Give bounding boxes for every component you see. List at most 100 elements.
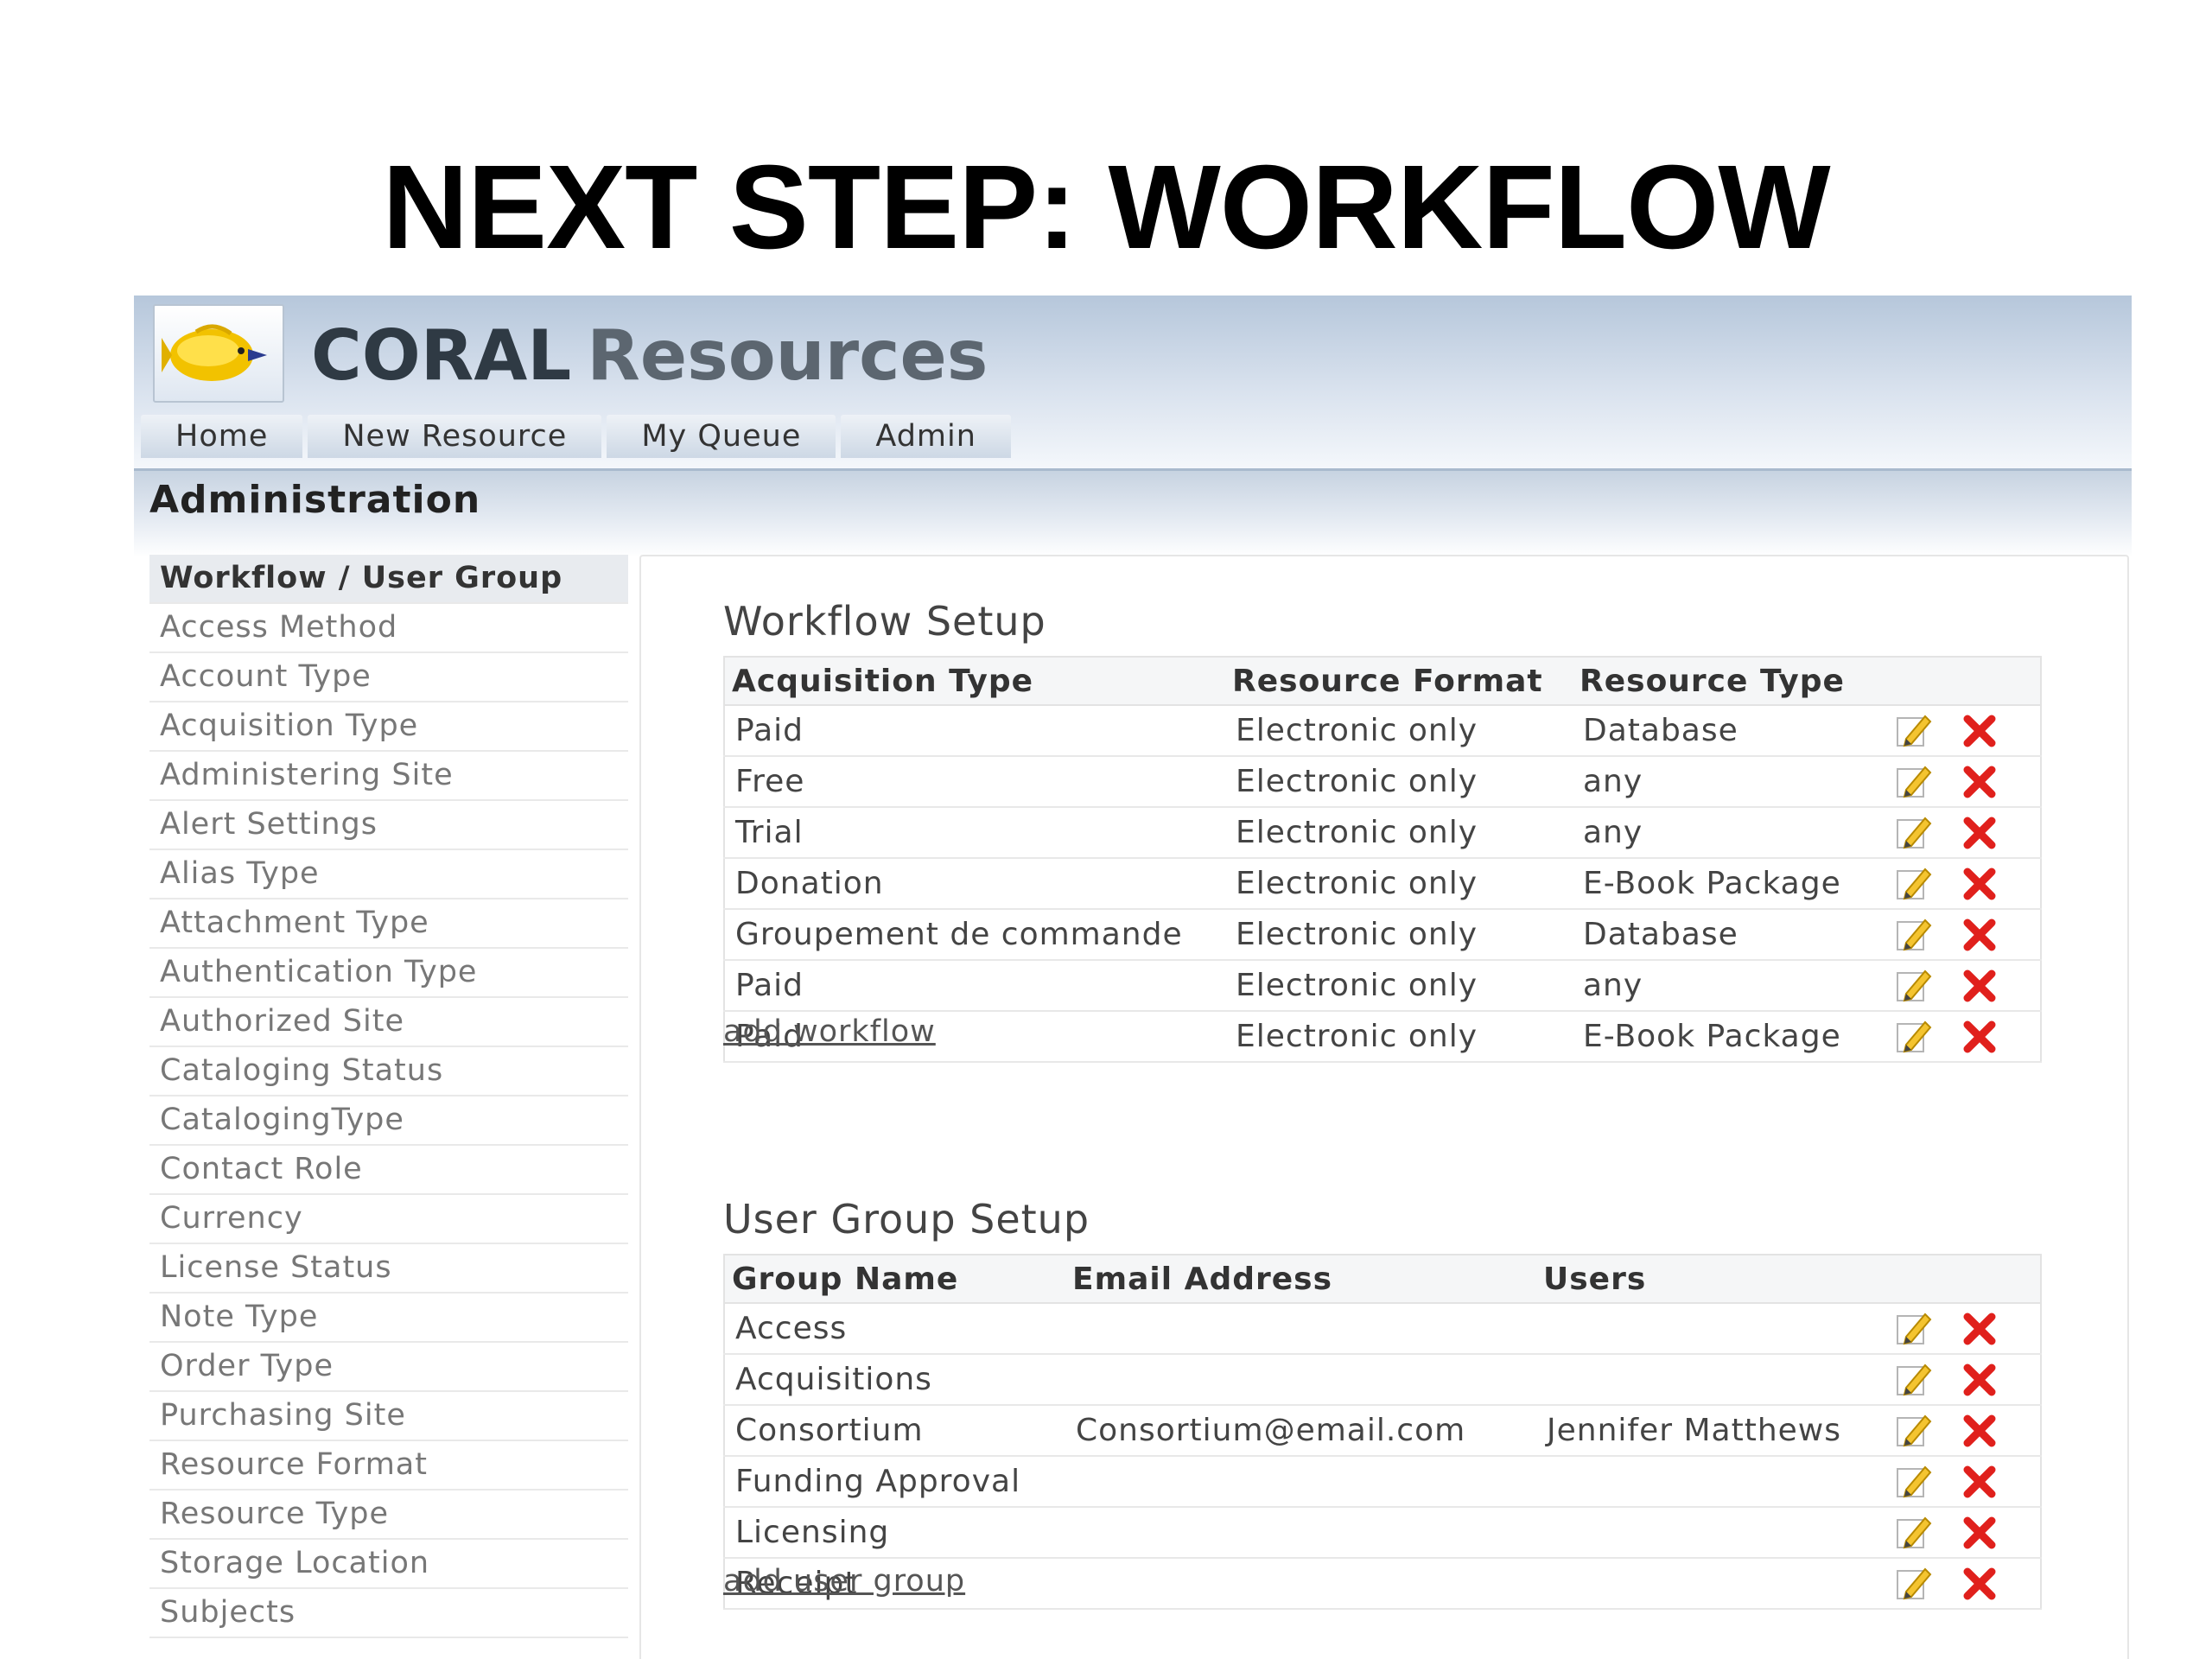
table-cell: Funding Approval bbox=[724, 1456, 1065, 1508]
workflow-setup-title: Workflow Setup bbox=[723, 598, 1046, 645]
nav-tab-new-resource[interactable]: New Resource bbox=[308, 415, 602, 458]
sidebar-item-order-type[interactable]: Order Type bbox=[149, 1343, 628, 1392]
delete-x-icon[interactable] bbox=[1960, 1513, 1999, 1553]
sidebar-item-resource-type[interactable]: Resource Type bbox=[149, 1491, 628, 1540]
table-cell: Jennifer Matthews bbox=[1536, 1405, 1894, 1457]
pencil-edit-icon[interactable] bbox=[1894, 1564, 1934, 1604]
main-nav: Home New Resource My Queue Admin bbox=[141, 415, 1016, 458]
sidebar-item-note-type[interactable]: Note Type bbox=[149, 1294, 628, 1343]
table-cell: Free bbox=[724, 756, 1225, 808]
row-actions bbox=[1894, 1405, 2041, 1457]
user-group-row: Consortium Consortium@email.com Jennifer M… bbox=[724, 1405, 2041, 1457]
table-cell bbox=[1536, 1303, 1894, 1355]
pencil-edit-icon[interactable] bbox=[1894, 915, 1934, 955]
table-cell: E-Book Package bbox=[1573, 858, 1894, 910]
admin-sidebar: Workflow / User Group Access Method Acco… bbox=[149, 555, 628, 1638]
table-cell: Electronic only bbox=[1225, 807, 1573, 859]
row-actions bbox=[1894, 858, 2041, 910]
delete-x-icon[interactable] bbox=[1960, 813, 1999, 853]
sidebar-item-workflow-user-group[interactable]: Workflow / User Group bbox=[149, 555, 628, 604]
delete-x-icon[interactable] bbox=[1960, 1411, 1999, 1451]
pencil-edit-icon[interactable] bbox=[1894, 813, 1934, 853]
table-cell: Consortium bbox=[724, 1405, 1065, 1457]
table-cell: Donation bbox=[724, 858, 1225, 910]
user-group-table: Group Name Email Address Users Access Acq… bbox=[723, 1254, 2042, 1610]
nav-tab-my-queue[interactable]: My Queue bbox=[607, 415, 836, 458]
table-cell bbox=[1065, 1303, 1536, 1355]
sidebar-item-purchasing-site[interactable]: Purchasing Site bbox=[149, 1392, 628, 1441]
sidebar-item-alert-settings[interactable]: Alert Settings bbox=[149, 801, 628, 850]
delete-x-icon[interactable] bbox=[1960, 1462, 1999, 1502]
workflow-row: Paid Electronic only any bbox=[724, 960, 2041, 1012]
delete-x-icon[interactable] bbox=[1960, 966, 1999, 1006]
sidebar-item-attachment-type[interactable]: Attachment Type bbox=[149, 899, 628, 949]
pencil-edit-icon[interactable] bbox=[1894, 1513, 1934, 1553]
nav-tab-home[interactable]: Home bbox=[141, 415, 303, 458]
sidebar-item-authentication-type[interactable]: Authentication Type bbox=[149, 949, 628, 998]
sidebar-item-account-type[interactable]: Account Type bbox=[149, 653, 628, 702]
delete-x-icon[interactable] bbox=[1960, 864, 1999, 904]
sidebar-item-administering-site[interactable]: Administering Site bbox=[149, 752, 628, 801]
user-group-setup-title: User Group Setup bbox=[723, 1196, 1090, 1243]
table-cell: Trial bbox=[724, 807, 1225, 859]
column-header: Users bbox=[1536, 1255, 1894, 1304]
sidebar-item-acquisition-type[interactable]: Acquisition Type bbox=[149, 702, 628, 752]
nav-tab-admin[interactable]: Admin bbox=[841, 415, 1011, 458]
workflow-row: Paid Electronic only Database bbox=[724, 705, 2041, 757]
table-cell bbox=[1065, 1354, 1536, 1406]
column-header: Acquisition Type bbox=[724, 657, 1225, 706]
sidebar-item-cataloging-status[interactable]: Cataloging Status bbox=[149, 1047, 628, 1096]
delete-x-icon[interactable] bbox=[1960, 1564, 1999, 1604]
sidebar-item-contact-role[interactable]: Contact Role bbox=[149, 1146, 628, 1195]
table-cell: Licensing bbox=[724, 1507, 1065, 1559]
user-group-row: Licensing bbox=[724, 1507, 2041, 1559]
logo-fish-icon[interactable] bbox=[153, 304, 284, 403]
sidebar-item-access-method[interactable]: Access Method bbox=[149, 604, 628, 653]
workflow-row: Trial Electronic only any bbox=[724, 807, 2041, 859]
pencil-edit-icon[interactable] bbox=[1894, 1017, 1934, 1057]
table-cell: any bbox=[1573, 756, 1894, 808]
delete-x-icon[interactable] bbox=[1960, 711, 1999, 751]
column-header-actions bbox=[1894, 1255, 2041, 1304]
user-group-table-body: Access Acquisitions Consortium Consortium@e… bbox=[724, 1303, 2041, 1610]
pencil-edit-icon[interactable] bbox=[1894, 1309, 1934, 1349]
row-actions bbox=[1894, 1303, 2041, 1355]
delete-x-icon[interactable] bbox=[1960, 762, 1999, 802]
sidebar-item-storage-location[interactable]: Storage Location bbox=[149, 1540, 628, 1589]
sidebar-item-currency[interactable]: Currency bbox=[149, 1195, 628, 1244]
table-cell: Electronic only bbox=[1225, 705, 1573, 757]
delete-x-icon[interactable] bbox=[1960, 915, 1999, 955]
pencil-edit-icon[interactable] bbox=[1894, 864, 1934, 904]
workflow-row: Free Electronic only any bbox=[724, 756, 2041, 808]
row-actions bbox=[1894, 909, 2041, 961]
add-user-group-link[interactable]: add user group bbox=[723, 1564, 965, 1599]
sidebar-item-license-status[interactable]: License Status bbox=[149, 1244, 628, 1294]
table-cell: any bbox=[1573, 807, 1894, 859]
delete-x-icon[interactable] bbox=[1960, 1360, 1999, 1400]
table-cell: Database bbox=[1573, 705, 1894, 757]
sidebar-item-cataloging-type[interactable]: CatalogingType bbox=[149, 1096, 628, 1146]
delete-x-icon[interactable] bbox=[1960, 1017, 1999, 1057]
pencil-edit-icon[interactable] bbox=[1894, 1360, 1934, 1400]
row-actions bbox=[1894, 756, 2041, 808]
pencil-edit-icon[interactable] bbox=[1894, 762, 1934, 802]
table-cell: Database bbox=[1573, 909, 1894, 961]
table-cell: E-Book Package bbox=[1573, 1011, 1894, 1063]
brand-part-resources: Resources bbox=[587, 315, 988, 396]
delete-x-icon[interactable] bbox=[1960, 1309, 1999, 1349]
pencil-edit-icon[interactable] bbox=[1894, 1411, 1934, 1451]
pencil-edit-icon[interactable] bbox=[1894, 1462, 1934, 1502]
row-actions bbox=[1894, 705, 2041, 757]
column-header-actions bbox=[1894, 657, 2041, 706]
sidebar-item-subjects[interactable]: Subjects bbox=[149, 1589, 628, 1638]
sidebar-item-authorized-site[interactable]: Authorized Site bbox=[149, 998, 628, 1047]
pencil-edit-icon[interactable] bbox=[1894, 711, 1934, 751]
row-actions bbox=[1894, 960, 2041, 1012]
column-header: Email Address bbox=[1065, 1255, 1536, 1304]
sidebar-item-resource-format[interactable]: Resource Format bbox=[149, 1441, 628, 1491]
add-workflow-link[interactable]: add workflow bbox=[723, 1014, 936, 1049]
sidebar-item-alias-type[interactable]: Alias Type bbox=[149, 850, 628, 899]
brand-title: CORAL Resources bbox=[311, 313, 988, 399]
pencil-edit-icon[interactable] bbox=[1894, 966, 1934, 1006]
row-actions bbox=[1894, 1011, 2041, 1063]
